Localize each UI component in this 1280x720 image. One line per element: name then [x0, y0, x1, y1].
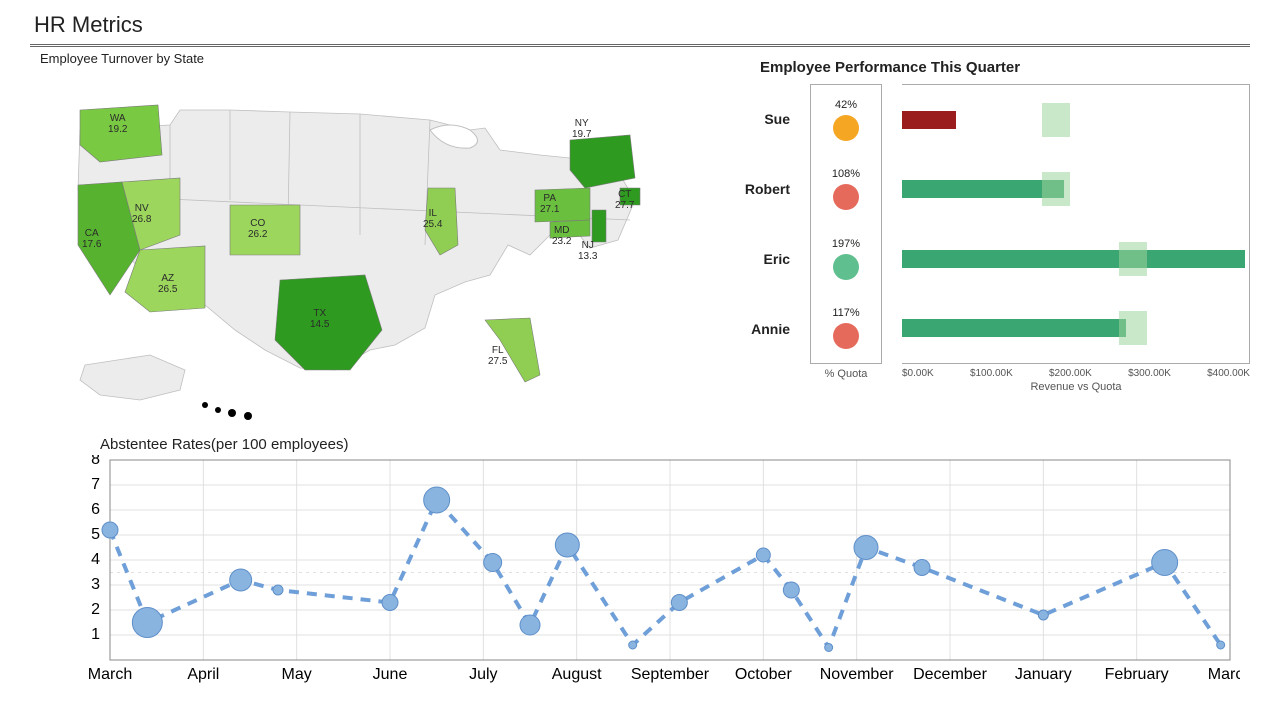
svg-text:December: December [913, 666, 987, 683]
svg-text:August: August [552, 666, 602, 683]
state-label-wa: WA19.2 [108, 114, 127, 135]
revenue-row [902, 155, 1249, 225]
svg-text:October: October [735, 666, 793, 683]
divider [30, 44, 1250, 47]
axis-tick: $400.00K [1207, 368, 1250, 379]
axis-tick: $200.00K [1049, 368, 1092, 379]
absentee-point[interactable] [555, 533, 579, 557]
quota-column: 42% 108% 197% 117% [810, 84, 882, 364]
svg-text:June: June [373, 666, 408, 683]
employee-name: Eric [730, 251, 790, 267]
absentee-point[interactable] [756, 548, 770, 562]
absentee-point[interactable] [914, 560, 930, 576]
employee-names: Sue Robert Eric Annie [730, 84, 790, 364]
absentee-point[interactable] [424, 487, 450, 513]
quota-label: % Quota [810, 368, 882, 380]
absentee-point[interactable] [484, 554, 502, 572]
state-nj[interactable] [592, 210, 606, 242]
quota-marker [1042, 103, 1070, 137]
state-label-ct: CT27.7 [615, 190, 634, 211]
revenue-bar[interactable] [902, 180, 1064, 198]
state-ny[interactable] [570, 135, 635, 188]
absentee-point[interactable] [230, 569, 252, 591]
axis-tick: $100.00K [970, 368, 1013, 379]
axis-tick: $300.00K [1128, 368, 1171, 379]
svg-text:3: 3 [91, 576, 100, 593]
revenue-chart [902, 84, 1250, 364]
quota-item: 42% [833, 99, 859, 141]
revenue-bar[interactable] [902, 250, 1245, 268]
state-label-pa: PA27.1 [540, 194, 559, 215]
revenue-row [902, 85, 1249, 155]
svg-text:2: 2 [91, 601, 100, 618]
svg-text:November: November [820, 666, 894, 683]
us-map[interactable]: WA19.2 CA17.6 NV26.8 AZ26.5 CO26.2 TX14.5 IL25… [30, 70, 690, 430]
svg-text:April: April [187, 666, 219, 683]
revenue-axis: $0.00K $100.00K $200.00K $300.00K $400.00K [902, 368, 1250, 379]
svg-text:March: March [88, 666, 132, 683]
state-label-md: MD23.2 [552, 226, 571, 247]
absentee-point[interactable] [132, 608, 162, 638]
svg-text:May: May [282, 666, 312, 683]
revenue-bar[interactable] [902, 111, 956, 129]
quota-marker [1119, 242, 1147, 276]
absentee-point[interactable] [783, 582, 799, 598]
svg-text:5: 5 [91, 526, 100, 543]
absentee-point[interactable] [629, 641, 637, 649]
state-label-az: AZ26.5 [158, 274, 177, 295]
svg-text:8: 8 [91, 455, 100, 468]
absentee-point[interactable] [854, 536, 878, 560]
absentee-point[interactable] [273, 585, 283, 595]
absentee-line [110, 500, 1221, 648]
state-label-ny: NY19.7 [572, 119, 591, 140]
absentee-point[interactable] [671, 595, 687, 611]
employee-name: Annie [730, 321, 790, 337]
svg-text:September: September [631, 666, 710, 683]
absentee-point[interactable] [520, 615, 540, 635]
employee-name: Sue [730, 111, 790, 127]
state-label-ca: CA17.6 [82, 229, 101, 250]
axis-tick: $0.00K [902, 368, 934, 379]
absentee-title: Abstentee Rates(per 100 employees) [100, 436, 1250, 453]
state-label-nv: NV26.8 [132, 204, 151, 225]
svg-text:March: March [1208, 666, 1240, 683]
revenue-row [902, 224, 1249, 294]
quota-marker [1119, 311, 1147, 345]
map-title: Employee Turnover by State [40, 51, 690, 66]
svg-text:February: February [1105, 666, 1169, 683]
svg-text:January: January [1015, 666, 1072, 683]
state-label-co: CO26.2 [248, 219, 267, 240]
svg-text:7: 7 [91, 476, 100, 493]
quota-item: 108% [832, 168, 860, 210]
state-label-il: IL25.4 [423, 209, 442, 230]
employee-name: Robert [730, 181, 790, 197]
revenue-label: Revenue vs Quota [902, 381, 1250, 393]
page-title: HR Metrics [34, 12, 1250, 38]
svg-text:July: July [469, 666, 497, 683]
absentee-point[interactable] [1217, 641, 1225, 649]
state-label-fl: FL27.5 [488, 346, 507, 367]
absentee-point[interactable] [1152, 550, 1178, 576]
state-label-tx: TX14.5 [310, 309, 329, 330]
svg-text:4: 4 [91, 551, 100, 568]
absentee-point[interactable] [1038, 610, 1048, 620]
state-label-nj: NJ13.3 [578, 241, 597, 262]
absentee-chart: 1 2 3 4 5 6 7 8 March April May June July August Septe… [60, 455, 1240, 685]
revenue-bar[interactable] [902, 319, 1126, 337]
absentee-point[interactable] [102, 522, 118, 538]
absentee-point[interactable] [382, 595, 398, 611]
absentee-point[interactable] [825, 644, 833, 652]
quota-item: 117% [832, 307, 859, 349]
quota-marker [1042, 172, 1070, 206]
performance-title: Employee Performance This Quarter [760, 59, 1250, 76]
quota-item: 197% [832, 238, 860, 280]
revenue-row [902, 294, 1249, 364]
svg-text:1: 1 [91, 626, 100, 643]
svg-text:6: 6 [91, 501, 100, 518]
